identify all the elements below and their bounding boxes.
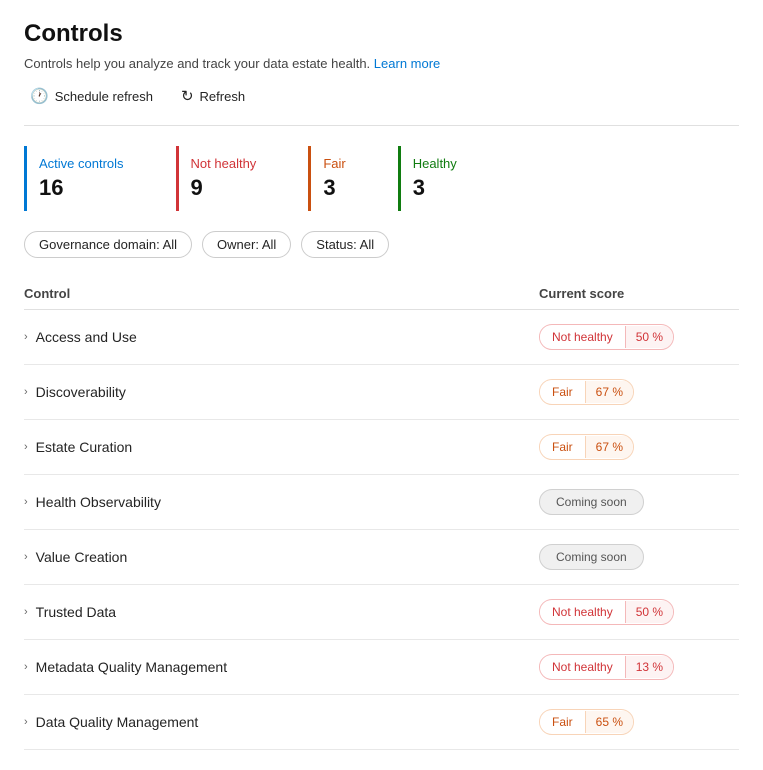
expand-icon[interactable]: › [24,606,28,618]
row-score: Fair 67 % [539,379,739,405]
row-left: › Health Observability [24,494,539,510]
row-score: Fair 67 % [539,434,739,460]
score-status: Fair [540,711,586,733]
expand-icon[interactable]: › [24,441,28,453]
learn-more-link[interactable]: Learn more [374,56,440,71]
stat-healthy: Healthy 3 [398,146,489,211]
row-score: Not healthy 50 % [539,599,739,625]
row-left: › Trusted Data [24,604,539,620]
score-pct: 65 % [586,711,633,733]
score-pct: 67 % [586,436,633,458]
stat-healthy-label: Healthy [413,156,457,171]
score-badge: Not healthy 13 % [539,654,674,680]
stat-not-healthy: Not healthy 9 [176,146,289,211]
page-subtitle: Controls help you analyze and track your… [24,56,739,71]
stat-not-healthy-value: 9 [191,175,257,201]
score-status: Fair [540,436,586,458]
stat-active-controls: Active controls 16 [24,146,156,211]
score-badge: Fair 67 % [539,379,634,405]
row-score: Coming soon [539,489,739,515]
score-badge: Not healthy 50 % [539,324,674,350]
stat-not-healthy-label: Not healthy [191,156,257,171]
table-row: › Estate Curation Fair 67 % [24,420,739,475]
stat-fair: Fair 3 [308,146,377,211]
score-pct: 67 % [586,381,633,403]
table-row: › Value Creation Coming soon [24,530,739,585]
row-name: Estate Curation [36,439,133,455]
row-score: Fair 65 % [539,709,739,735]
filter-status[interactable]: Status: All [301,231,389,258]
table-row: › Data Quality Management Fair 65 % [24,695,739,750]
score-pct: 50 % [626,326,673,348]
expand-icon[interactable]: › [24,716,28,728]
score-status: Coming soon [556,550,627,564]
table-row: › Trusted Data Not healthy 50 % [24,585,739,640]
score-badge: Coming soon [539,489,644,515]
table-row: › Metadata Quality Management Not health… [24,640,739,695]
score-pct: 13 % [626,656,673,678]
row-left: › Access and Use [24,329,539,345]
page-container: Controls Controls help you analyze and t… [0,0,763,770]
stat-fair-value: 3 [323,175,345,201]
score-status: Not healthy [540,601,626,623]
schedule-refresh-button[interactable]: 🕐 Schedule refresh [24,83,159,109]
row-name: Access and Use [36,329,137,345]
stat-fair-label: Fair [323,156,345,171]
row-name: Metadata Quality Management [36,659,227,675]
refresh-label: Refresh [200,89,246,104]
row-left: › Data Quality Management [24,714,539,730]
row-name: Trusted Data [36,604,116,620]
score-badge: Fair 65 % [539,709,634,735]
row-left: › Estate Curation [24,439,539,455]
table-row: › Access and Use Not healthy 50 % [24,310,739,365]
divider-top [24,125,739,126]
score-badge: Coming soon [539,544,644,570]
table-row: › Discoverability Fair 67 % [24,365,739,420]
expand-icon[interactable]: › [24,496,28,508]
score-status: Not healthy [540,656,626,678]
row-score: Not healthy 50 % [539,324,739,350]
score-badge: Not healthy 50 % [539,599,674,625]
stat-active-value: 16 [39,175,124,201]
row-name: Health Observability [36,494,161,510]
schedule-refresh-label: Schedule refresh [55,89,153,104]
table-row: › Health Observability Coming soon [24,475,739,530]
stat-active-label: Active controls [39,156,124,171]
filter-governance[interactable]: Governance domain: All [24,231,192,258]
filter-owner[interactable]: Owner: All [202,231,291,258]
row-name: Data Quality Management [36,714,199,730]
score-status: Fair [540,381,586,403]
expand-icon[interactable]: › [24,331,28,343]
refresh-button[interactable]: ↻ Refresh [175,83,251,109]
row-score: Not healthy 13 % [539,654,739,680]
expand-icon[interactable]: › [24,386,28,398]
row-name: Discoverability [36,384,126,400]
page-title: Controls [24,20,739,48]
filters-row: Governance domain: All Owner: All Status… [24,231,739,258]
row-left: › Value Creation [24,549,539,565]
expand-icon[interactable]: › [24,551,28,563]
score-badge: Fair 67 % [539,434,634,460]
stats-row: Active controls 16 Not healthy 9 Fair 3 … [24,146,739,211]
clock-icon: 🕐 [30,87,49,105]
stat-healthy-value: 3 [413,175,457,201]
refresh-icon: ↻ [181,87,194,105]
row-left: › Discoverability [24,384,539,400]
col-header-score: Current score [539,286,739,301]
score-pct: 50 % [626,601,673,623]
row-score: Coming soon [539,544,739,570]
score-status: Not healthy [540,326,626,348]
expand-icon[interactable]: › [24,661,28,673]
row-left: › Metadata Quality Management [24,659,539,675]
score-status: Coming soon [556,495,627,509]
toolbar: 🕐 Schedule refresh ↻ Refresh [24,83,739,109]
col-header-control: Control [24,286,539,301]
table-header: Control Current score [24,278,739,310]
row-name: Value Creation [36,549,128,565]
